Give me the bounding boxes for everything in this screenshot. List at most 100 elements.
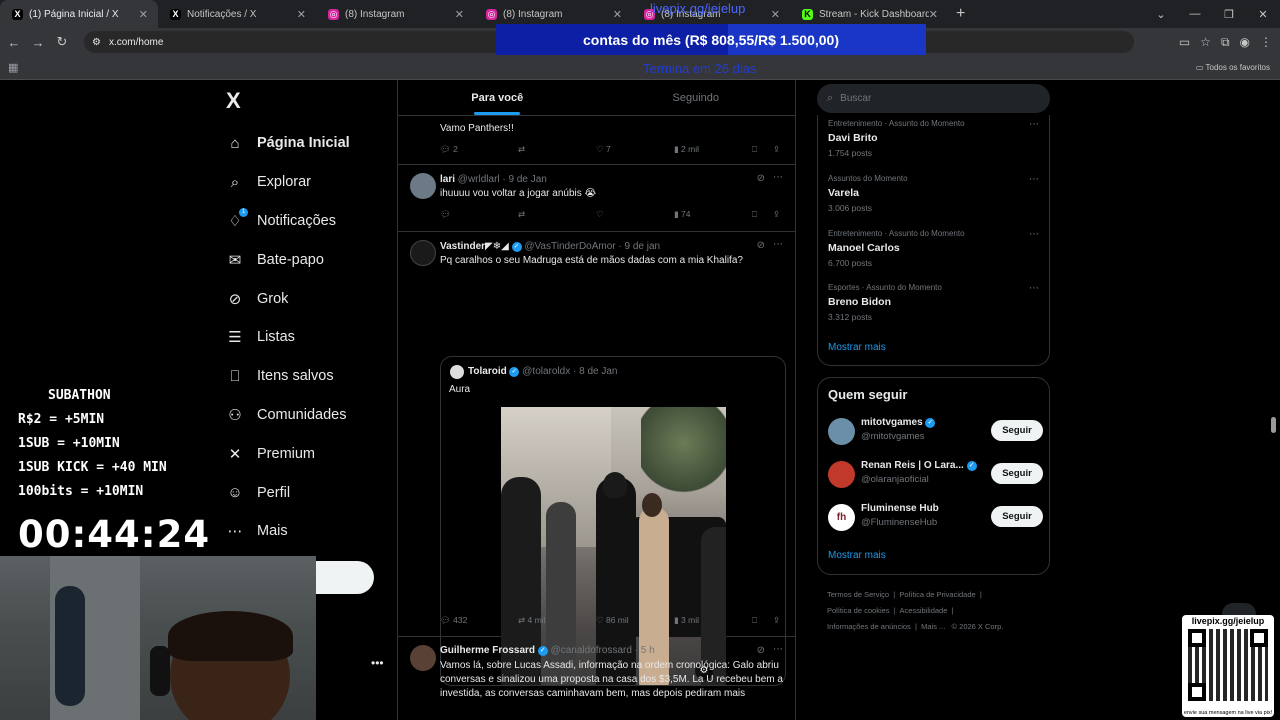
share-icon[interactable]: ⇪: [773, 209, 780, 220]
post-button[interactable]: [316, 561, 374, 594]
more-icon[interactable]: ⋯: [1029, 283, 1039, 294]
show-more-trends-link[interactable]: Mostrar mais: [828, 342, 1043, 353]
footer-link[interactable]: Mais ...: [921, 622, 945, 631]
sidebar-item-notifications[interactable]: ♢ 1 Notificações: [226, 202, 350, 241]
tab-following[interactable]: Seguindo: [597, 80, 796, 115]
sidebar-item-explore[interactable]: ⌕ Explorar: [226, 163, 350, 202]
quoted-author-name[interactable]: Tolaroid: [468, 366, 507, 377]
show-more-follow-link[interactable]: Mostrar mais: [828, 550, 886, 561]
footer-link[interactable]: Informações de anúncios: [827, 622, 911, 631]
more-icon[interactable]: ⋯: [773, 172, 783, 183]
trend-item[interactable]: Esportes · Assunto do Momento Breno Bido…: [828, 283, 1043, 322]
close-icon[interactable]: ✕: [771, 8, 780, 21]
tab-for-you[interactable]: Para você: [398, 80, 597, 115]
footer-link[interactable]: Política de Privacidade: [899, 590, 975, 599]
sidebar-item-lists[interactable]: ☰ Listas: [226, 318, 350, 357]
menu-icon[interactable]: ⋮: [1260, 35, 1272, 49]
post-card[interactable]: Guilherme Frossard ✓ @canaldofrossard · …: [398, 637, 795, 720]
site-info-icon[interactable]: ⚙: [92, 37, 101, 48]
sidebar-item-chat[interactable]: ✉ Bate-papo: [226, 240, 350, 279]
like-icon[interactable]: ♡: [596, 209, 604, 220]
new-tab-button[interactable]: +: [956, 5, 965, 23]
footer-link[interactable]: Acessibilidade: [899, 606, 947, 615]
share-icon[interactable]: ⇪: [773, 144, 780, 155]
views-button[interactable]: ▮ 3 mil: [674, 615, 699, 626]
footer-link[interactable]: Política de cookies: [827, 606, 890, 615]
reply-icon[interactable]: 💬︎: [440, 209, 451, 220]
sidebar-item-more[interactable]: ⋯ Mais: [226, 512, 350, 551]
star-icon[interactable]: ☆: [1200, 35, 1211, 49]
fluminense-hub-avatar[interactable]: fh: [828, 504, 855, 531]
avatar[interactable]: [410, 240, 436, 266]
grok-icon[interactable]: ⊘: [757, 173, 765, 184]
like-button[interactable]: ♡ 86 mil: [596, 615, 629, 626]
suggestion-name[interactable]: Fluminense Hub: [861, 503, 939, 514]
back-button[interactable]: ←: [2, 35, 26, 50]
sidebar-item-profile[interactable]: ☺ Perfil: [226, 473, 350, 512]
post-card[interactable]: lari @wrldlarl · 9 de Jan ⊘ ⋯ ihuuuu vou…: [398, 165, 795, 232]
grok-icon[interactable]: ⊘: [757, 240, 765, 251]
reply-button[interactable]: 💬︎ 432: [440, 615, 467, 626]
chevron-down-icon[interactable]: ⌄: [1144, 8, 1178, 21]
cast-icon[interactable]: ▭: [1179, 35, 1190, 49]
author-name[interactable]: Vastinder◤❄◢: [440, 241, 509, 252]
author-name[interactable]: lari: [440, 174, 455, 185]
trend-item[interactable]: Entretenimento · Assunto do Momento Davi…: [828, 119, 1043, 158]
bookmark-icon[interactable]: ⎕: [752, 144, 757, 155]
avatar[interactable]: [410, 173, 436, 199]
reply-button[interactable]: 💬︎ 2: [440, 144, 458, 155]
views-button[interactable]: ▮ 2 mil: [674, 144, 699, 155]
repost-button[interactable]: ⇄ 4 mil: [518, 615, 545, 626]
sidebar-item-grok[interactable]: ⊘ Grok: [226, 279, 350, 318]
extensions-icon[interactable]: ⧉: [1221, 35, 1230, 50]
sidebar-item-communities[interactable]: ⚇ Comunidades: [226, 396, 350, 435]
views-button[interactable]: ▮ 74: [674, 209, 691, 220]
grok-icon[interactable]: ⊘: [757, 645, 765, 656]
x-logo[interactable]: X: [226, 88, 241, 114]
avatar[interactable]: [410, 645, 436, 671]
forward-button[interactable]: →: [26, 35, 50, 50]
sidebar-item-home[interactable]: ⌂ Página Inicial: [226, 124, 349, 163]
suggestion-name[interactable]: mitotvgames ✓: [861, 417, 936, 428]
trend-item[interactable]: Entretenimento · Assunto do Momento Mano…: [828, 229, 1043, 268]
close-icon[interactable]: ✕: [929, 8, 938, 21]
avatar[interactable]: [828, 461, 855, 488]
minimize-button[interactable]: —: [1178, 8, 1212, 20]
follow-suggestion[interactable]: Renan Reis | O Lara... ✓ @olaranjaoficia…: [828, 459, 1043, 489]
footer-link[interactable]: Termos de Serviço: [827, 590, 889, 599]
sidebar-item-bookmarks[interactable]: ⎕ Itens salvos: [226, 357, 350, 396]
post-card[interactable]: Vamo Panthers!! 💬︎ 2 ⇄ ♡ 7 ▮ 2 mil ⎕ ⇪: [398, 116, 795, 165]
suggestion-name[interactable]: Renan Reis | O Lara... ✓: [861, 460, 977, 471]
follow-button[interactable]: Seguir: [991, 463, 1043, 484]
all-bookmarks-button[interactable]: ▭ Todos os favoritos: [1196, 63, 1270, 72]
sidebar-item-premium[interactable]: ✕ Premium: [226, 434, 350, 473]
share-icon[interactable]: ⇪: [773, 615, 780, 626]
close-icon[interactable]: ✕: [297, 8, 306, 21]
bookmark-icon[interactable]: ⎕: [752, 615, 757, 626]
author-name[interactable]: Guilherme Frossard: [440, 645, 535, 656]
like-button[interactable]: ♡ 7: [596, 144, 611, 155]
follow-button[interactable]: Seguir: [991, 506, 1043, 527]
trend-item[interactable]: Assuntos do Momento Varela 3.006 posts ⋯: [828, 174, 1043, 213]
page-scrollbar[interactable]: [1271, 417, 1276, 433]
browser-tab-instagram[interactable]: ◎ (8) Instagram ✕: [316, 0, 474, 28]
profile-icon[interactable]: ◉: [1240, 35, 1250, 49]
account-more-icon[interactable]: •••: [371, 656, 384, 670]
close-icon[interactable]: ✕: [139, 8, 148, 21]
avatar[interactable]: [828, 418, 855, 445]
repost-icon[interactable]: ⇄: [518, 209, 525, 220]
reload-button[interactable]: ↻: [50, 34, 74, 50]
apps-grid-icon[interactable]: ▦: [8, 61, 18, 74]
more-icon[interactable]: ⋯: [773, 239, 783, 250]
close-icon[interactable]: ✕: [455, 8, 464, 21]
search-input[interactable]: ⌕ Buscar: [817, 84, 1050, 113]
follow-button[interactable]: Seguir: [991, 420, 1043, 441]
bookmark-icon[interactable]: ⎕: [752, 209, 757, 220]
repost-icon[interactable]: ⇄: [518, 144, 525, 155]
more-icon[interactable]: ⋯: [1029, 174, 1039, 185]
browser-tab-x-notifications[interactable]: X Notificações / X ✕: [158, 0, 316, 28]
more-icon[interactable]: ⋯: [773, 644, 783, 655]
more-icon[interactable]: ⋯: [1029, 229, 1039, 240]
close-window-button[interactable]: ✕: [1246, 8, 1280, 21]
follow-suggestion[interactable]: fh Fluminense Hub @FluminenseHub Seguir: [828, 502, 1043, 532]
